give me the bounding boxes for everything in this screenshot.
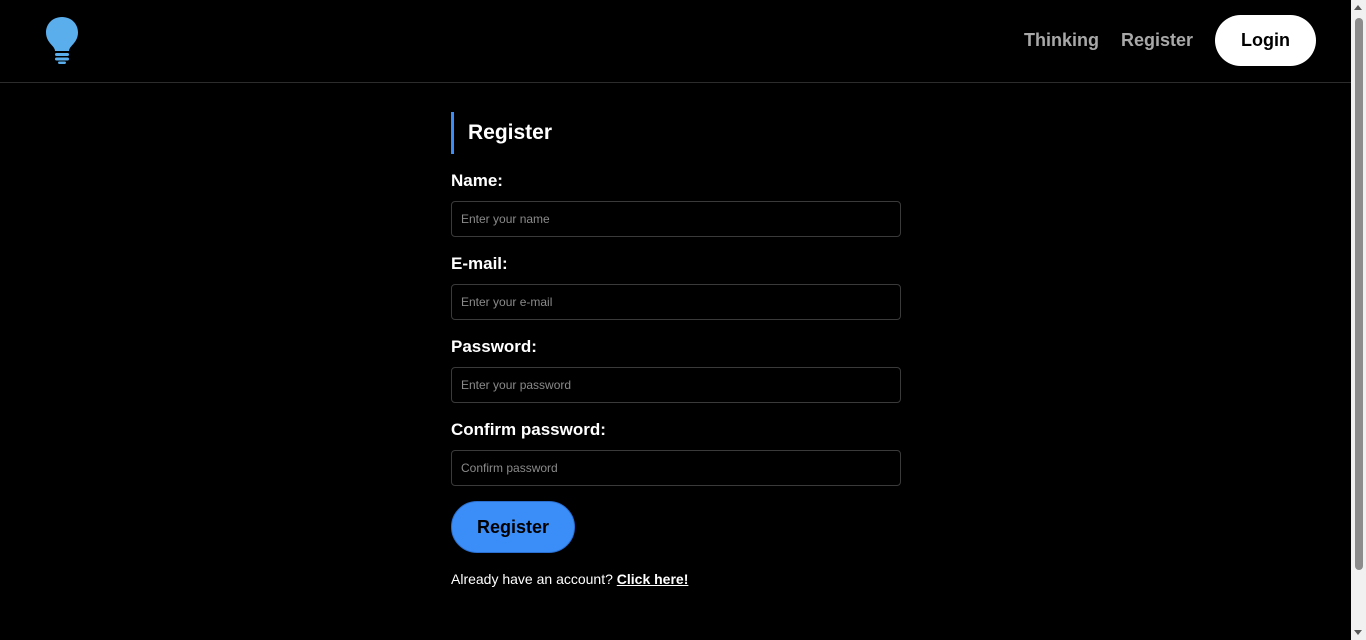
vertical-scrollbar[interactable] — [1351, 0, 1366, 640]
name-label: Name: — [451, 171, 503, 190]
lightbulb-icon[interactable] — [45, 16, 79, 64]
password-input[interactable] — [451, 367, 901, 403]
scroll-down-icon[interactable] — [1354, 630, 1362, 635]
email-input[interactable] — [451, 284, 901, 320]
header: Thinking Register Login — [0, 0, 1351, 83]
login-button[interactable]: Login — [1215, 15, 1316, 66]
register-submit-button[interactable]: Register — [451, 501, 575, 553]
scroll-up-icon[interactable] — [1354, 5, 1362, 10]
confirm-password-input[interactable] — [451, 450, 901, 486]
email-label: E-mail: — [451, 254, 508, 273]
page: Thinking Register Login Register Name: E… — [0, 0, 1366, 640]
password-label: Password: — [451, 337, 537, 356]
login-prompt: Already have an account? Click here! — [451, 571, 901, 587]
register-form: Register Name: E-mail: Password: Confirm… — [451, 112, 901, 587]
page-title: Register — [451, 112, 901, 154]
login-prompt-text: Already have an account? — [451, 571, 613, 587]
confirm-password-label: Confirm password: — [451, 420, 606, 439]
scrollbar-thumb[interactable] — [1355, 18, 1363, 570]
name-input[interactable] — [451, 201, 901, 237]
login-link[interactable]: Click here! — [617, 571, 689, 587]
nav-link-thinking[interactable]: Thinking — [1024, 30, 1099, 51]
main-nav: Thinking Register Login — [1024, 15, 1316, 66]
nav-link-register[interactable]: Register — [1121, 30, 1193, 51]
